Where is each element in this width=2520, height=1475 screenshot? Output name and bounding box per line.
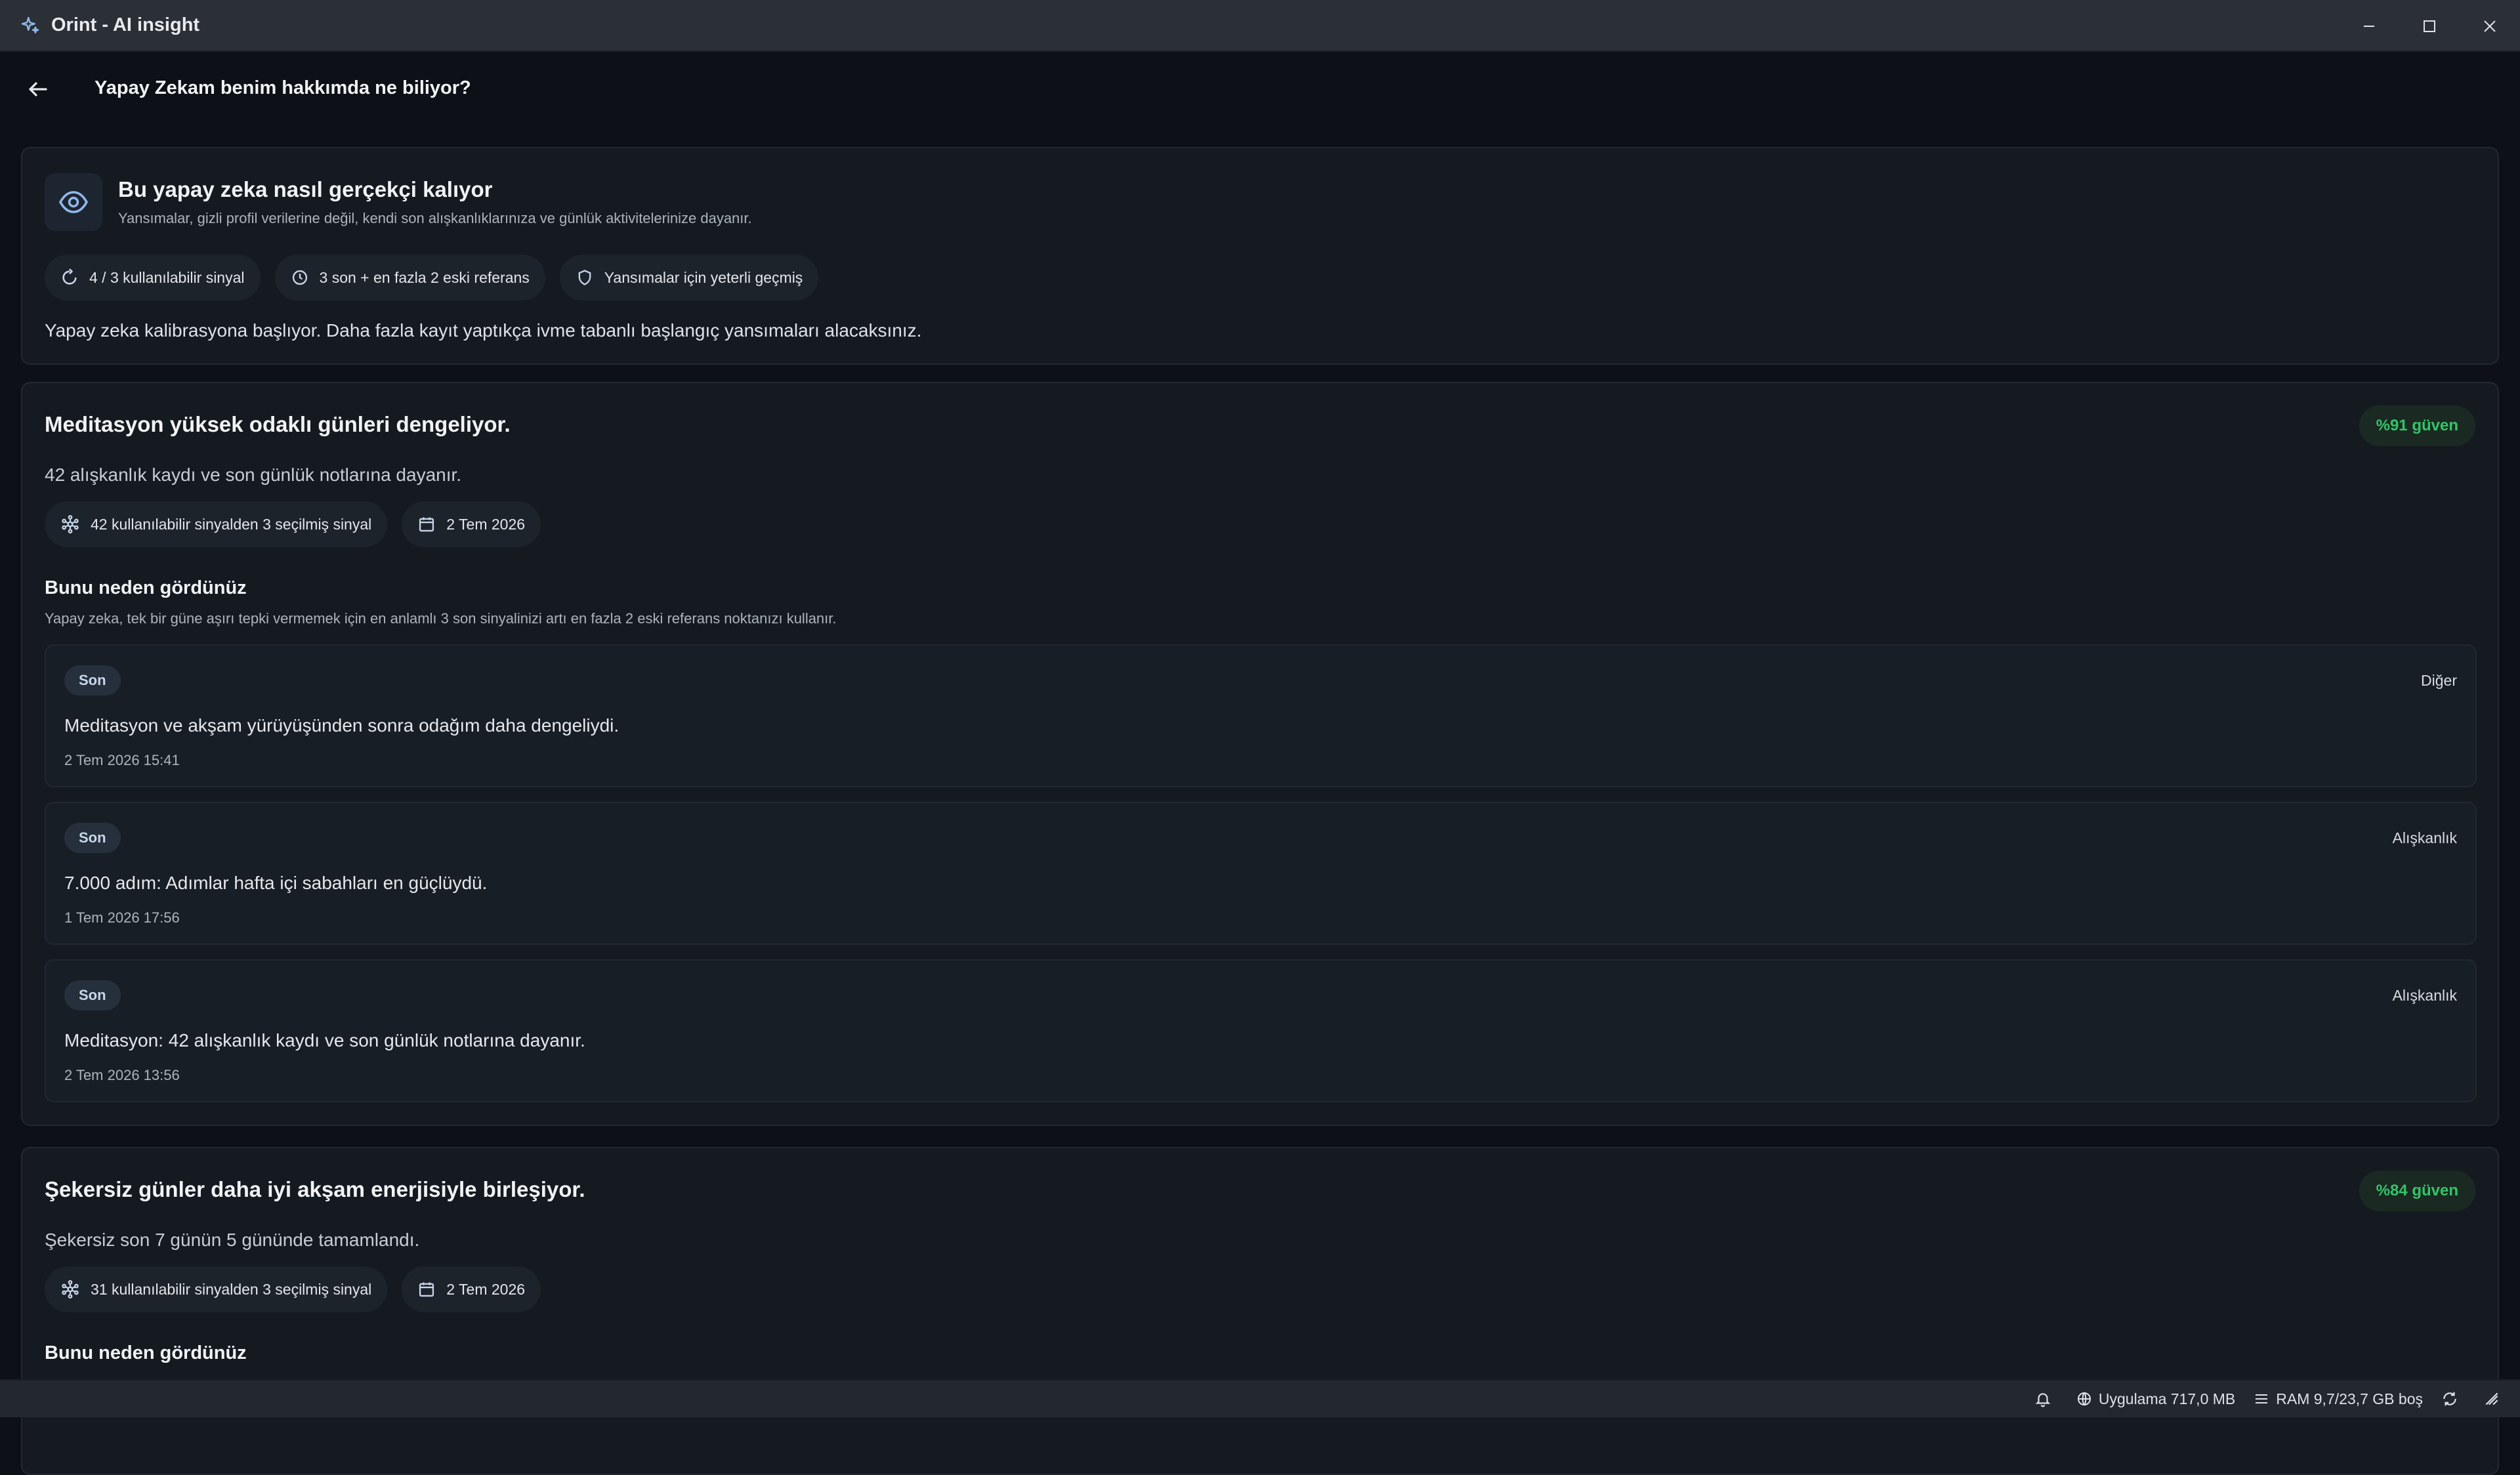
signal-timestamp: 2 Tem 2026 13:56: [64, 1067, 180, 1083]
minimize-button[interactable]: [2339, 0, 2399, 52]
shield-icon: [578, 270, 591, 285]
calendar-icon: [419, 1282, 434, 1297]
recycle-icon: [2443, 1392, 2456, 1406]
insight-card: Meditasyon yüksek odaklı günleri dengeli…: [21, 382, 2499, 1126]
insight-card: Şekersiz günler daha iyi akşam enerjisiy…: [21, 1147, 2499, 1475]
recency-tag: Son: [64, 823, 121, 853]
chip-label: Yansımalar için yeterli geçmiş: [604, 268, 803, 286]
confidence-badge: %91 güven: [2359, 405, 2475, 446]
refresh-button[interactable]: [2441, 1390, 2465, 1407]
window-title: Orint - AI insight: [51, 14, 200, 35]
signal-count-chip: 4 / 3 kullanılabilir sinyal: [45, 255, 261, 301]
back-button[interactable]: [20, 71, 56, 108]
insight-title: Meditasyon yüksek odaklı günleri dengeli…: [45, 412, 511, 436]
chip-label: 2 Tem 2026: [446, 515, 526, 533]
recency-tag: Son: [64, 665, 121, 696]
hub-icon: [62, 1280, 79, 1299]
insight-title: Şekersiz günler daha iyi akşam enerjisiy…: [45, 1177, 585, 1201]
date-chip: 2 Tem 2026: [402, 501, 541, 547]
chip-label: 2 Tem 2026: [446, 1280, 526, 1298]
signal-item: Son Diğer Meditasyon ve akşam yürüyüşünd…: [45, 644, 2477, 787]
connection-button[interactable]: [2483, 1390, 2507, 1407]
hub-icon: [62, 515, 79, 534]
history-icon: [292, 270, 307, 285]
maximize-button[interactable]: [2399, 0, 2460, 52]
signal-item: Son Alışkanlık 7.000 adım: Adımlar hafta…: [45, 802, 2477, 945]
signal-category: Alışkanlık: [2392, 829, 2457, 846]
bell-icon: [2035, 1393, 2051, 1407]
signal-timestamp: 1 Tem 2026 17:56: [64, 909, 180, 926]
maximize-icon: [2424, 20, 2435, 32]
arrow-left-icon: [29, 82, 47, 96]
chip-label: 42 kullanılabilir sinyalden 3 seçilmiş s…: [91, 515, 372, 533]
intro-title: Bu yapay zeka nasıl gerçekçi kalıyor: [118, 177, 493, 201]
minimize-icon: [2364, 25, 2374, 27]
why-title: Bunu neden gördünüz: [45, 1342, 247, 1363]
window-controls: [2339, 0, 2520, 52]
network-icon: [2485, 1392, 2498, 1405]
signal-category: Diğer: [2421, 672, 2457, 689]
signal-category: Alışkanlık: [2392, 987, 2457, 1004]
recency-tag: Son: [64, 980, 121, 1010]
reference-chip: 3 son + en fazla 2 eski referans: [274, 255, 545, 301]
chip-label: 4 / 3 kullanılabilir sinyal: [89, 268, 245, 286]
insight-description: Şekersiz son 7 günün 5 gününde tamamland…: [45, 1230, 420, 1250]
insight-description: 42 alışkanlık kaydı ve son günlük notlar…: [45, 465, 462, 485]
signal-text: 7.000 adım: Adımlar hafta içi sabahları …: [64, 873, 488, 893]
history-chip: Yansımalar için yeterli geçmiş: [559, 255, 819, 301]
sparkle-icon: [18, 14, 42, 37]
status-bar: Uygulama 717,0 MB RAM 9,7/23,7 GB boş: [0, 1379, 2520, 1417]
chip-label: 3 son + en fazla 2 eski referans: [319, 268, 530, 286]
intro-chips: 4 / 3 kullanılabilir sinyal 3 son + en f…: [45, 255, 819, 301]
signal-timestamp: 2 Tem 2026 15:41: [64, 752, 180, 768]
notifications-button[interactable]: [2034, 1390, 2058, 1407]
close-icon: [2484, 20, 2496, 32]
ram-text: RAM 9,7/23,7 GB boş: [2276, 1390, 2423, 1407]
page-title: Yapay Zekam benim hakkımda ne biliyor?: [94, 77, 471, 98]
intro-text: Yapay zeka kalibrasyona başlıyor. Daha f…: [45, 320, 922, 341]
chip-label: 31 kullanılabilir sinyalden 3 seçilmiş s…: [91, 1280, 372, 1298]
why-description: Yapay zeka, tek bir güne aşırı tepki ver…: [45, 610, 837, 627]
signal-text: Meditasyon ve akşam yürüyüşünden sonra o…: [64, 715, 620, 736]
close-button[interactable]: [2460, 0, 2520, 52]
date-chip: 2 Tem 2026: [402, 1266, 541, 1312]
selected-signals-chip: 42 kullanılabilir sinyalden 3 seçilmiş s…: [45, 501, 388, 547]
title-bar: Orint - AI insight: [0, 0, 2520, 52]
signal-text: Meditasyon: 42 alışkanlık kaydı ve son g…: [64, 1030, 585, 1050]
signal-item: Son Alışkanlık Meditasyon: 42 alışkanlık…: [45, 959, 2477, 1102]
calendar-icon: [419, 517, 434, 532]
globe-icon: [2077, 1392, 2091, 1406]
memory-icon: [2256, 1394, 2268, 1403]
insight-chips: 31 kullanılabilir sinyalden 3 seçilmiş s…: [45, 1266, 541, 1312]
page-header: Yapay Zekam benim hakkımda ne biliyor?: [0, 52, 2520, 126]
intro-subtitle: Yansımalar, gizli profil verilerine deği…: [118, 210, 752, 226]
ram-indicator: RAM 9,7/23,7 GB boş: [2254, 1390, 2423, 1408]
eye-icon: [45, 173, 102, 231]
circle-refresh-icon: [62, 268, 77, 285]
app-memory-indicator: Uygulama 717,0 MB: [2076, 1390, 2235, 1408]
selected-signals-chip: 31 kullanılabilir sinyalden 3 seçilmiş s…: [45, 1266, 388, 1312]
intro-card: Bu yapay zeka nasıl gerçekçi kalıyor Yan…: [21, 147, 2499, 365]
app-memory-text: Uygulama 717,0 MB: [2098, 1390, 2236, 1407]
confidence-badge: %84 güven: [2359, 1171, 2475, 1211]
insight-chips: 42 kullanılabilir sinyalden 3 seçilmiş s…: [45, 501, 541, 547]
why-title: Bunu neden gördünüz: [45, 577, 247, 598]
